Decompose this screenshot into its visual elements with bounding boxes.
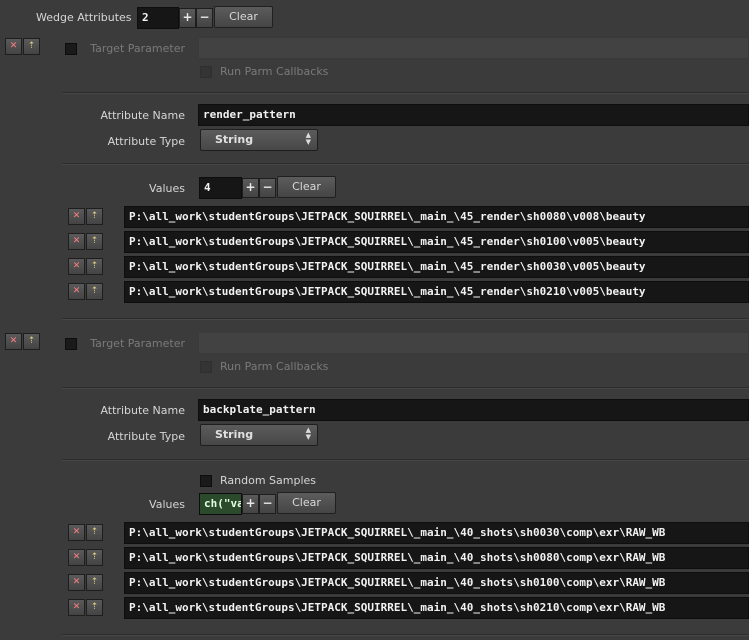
block2-target-parameter-field [198,332,749,354]
block2-value4-controls: ✕ ⇡ [68,599,104,617]
block2-run-parm-callbacks-checkbox [200,361,212,373]
wedge-attributes-add-button[interactable]: + [179,8,196,28]
block2-attribute-name-field[interactable]: backplate_pattern [198,399,749,421]
block1-target-parameter-field [198,37,749,59]
block1-attribute-type-label: Attribute Type [107,135,185,148]
block2-attribute-type-value: String [215,428,254,441]
block1-target-parameter-label: Target Parameter [90,42,185,55]
wedge-attributes-count-field[interactable]: 2 [137,7,179,29]
block1-values-count-field[interactable]: 4 [199,177,242,199]
block2-attribute-name-label: Attribute Name [100,404,185,417]
block1-value4-controls: ✕ ⇡ [68,283,104,301]
block2-separator-1 [62,387,749,389]
block2-value2-controls: ✕ ⇡ [68,549,104,567]
block1-value2-controls: ✕ ⇡ [68,233,104,251]
block2-value1-remove-button[interactable]: ✕ [68,524,85,541]
block1-attribute-type-value: String [215,133,254,146]
block1-value1-field[interactable]: P:\all_work\studentGroups\JETPACK_SQUIRR… [124,206,749,228]
block2-value1-controls: ✕ ⇡ [68,524,104,542]
block1-value1-controls: ✕ ⇡ [68,208,104,226]
block1-value3-controls: ✕ ⇡ [68,258,104,276]
block2-value4-remove-button[interactable]: ✕ [68,599,85,616]
block2-value3-insert-button[interactable]: ⇡ [86,574,103,591]
block1-values-clear-button[interactable]: Clear [277,176,336,198]
block2-values-count-expression-field[interactable]: ch("va [199,493,242,515]
block1-value3-field[interactable]: P:\all_work\studentGroups\JETPACK_SQUIRR… [124,256,749,278]
block2-target-parameter-label: Target Parameter [90,337,185,350]
block1-values-add-button[interactable]: + [242,178,259,198]
block1-target-parameter-checkbox[interactable] [65,43,77,55]
block2-random-samples-checkbox[interactable] [200,475,212,487]
block2-run-parm-callbacks-label: Run Parm Callbacks [220,360,329,373]
block1-separator-1 [62,92,749,94]
block1-entry-controls: ✕ ⇡ [5,38,41,56]
block1-run-parm-callbacks-label: Run Parm Callbacks [220,65,329,78]
block2-attribute-type-select[interactable]: String ▲ ▼ [200,424,318,446]
block2-value2-insert-button[interactable]: ⇡ [86,549,103,566]
block2-random-samples-label: Random Samples [220,474,317,487]
block1-value1-remove-button[interactable]: ✕ [68,208,85,225]
block1-attribute-name-label: Attribute Name [100,109,185,122]
block2-value1-insert-button[interactable]: ⇡ [86,524,103,541]
block1-run-parm-callbacks-checkbox [200,66,212,78]
block2-value1-field[interactable]: P:\all_work\studentGroups\JETPACK_SQUIRR… [124,522,749,544]
block1-insert-entry-button[interactable]: ⇡ [23,38,40,55]
block2-value2-remove-button[interactable]: ✕ [68,549,85,566]
block2-remove-entry-button[interactable]: ✕ [5,333,22,350]
block2-value3-field[interactable]: P:\all_work\studentGroups\JETPACK_SQUIRR… [124,572,749,594]
block1-separator-2 [62,163,749,165]
block2-value4-insert-button[interactable]: ⇡ [86,599,103,616]
block1-value2-insert-button[interactable]: ⇡ [86,233,103,250]
block1-value4-remove-button[interactable]: ✕ [68,283,85,300]
block2-target-parameter-checkbox[interactable] [65,338,77,350]
wedge-attributes-remove-button[interactable]: − [196,8,213,28]
block1-attribute-name-field[interactable]: render_pattern [198,104,749,126]
block1-separator-3 [62,318,749,320]
block2-values-clear-button[interactable]: Clear [277,492,336,514]
block2-values-label: Values [149,498,185,511]
block2-value3-remove-button[interactable]: ✕ [68,574,85,591]
block1-value1-insert-button[interactable]: ⇡ [86,208,103,225]
block1-remove-entry-button[interactable]: ✕ [5,38,22,55]
wedge-attributes-clear-button[interactable]: Clear [214,6,273,28]
block1-attribute-type-select[interactable]: String ▲ ▼ [200,129,318,151]
block1-values-label: Values [149,182,185,195]
block2-values-add-button[interactable]: + [242,494,259,514]
wedge-attributes-label: Wedge Attributes [36,11,132,24]
block2-separator-2 [62,459,749,461]
block1-values-remove-button[interactable]: − [259,178,276,198]
block2-attribute-type-label: Attribute Type [107,430,185,443]
block1-value2-field[interactable]: P:\all_work\studentGroups\JETPACK_SQUIRR… [124,231,749,253]
block1-value2-remove-button[interactable]: ✕ [68,233,85,250]
block1-value4-field[interactable]: P:\all_work\studentGroups\JETPACK_SQUIRR… [124,281,749,303]
block1-value3-remove-button[interactable]: ✕ [68,258,85,275]
block2-entry-controls: ✕ ⇡ [5,333,41,351]
block2-attribute-type-arrows-icon: ▲ ▼ [305,426,311,441]
block1-attribute-type-arrows-icon: ▲ ▼ [305,131,311,146]
block2-value4-field[interactable]: P:\all_work\studentGroups\JETPACK_SQUIRR… [124,597,749,619]
block2-values-remove-button[interactable]: − [259,494,276,514]
block2-insert-entry-button[interactable]: ⇡ [23,333,40,350]
block1-value4-insert-button[interactable]: ⇡ [86,283,103,300]
block2-separator-3 [62,634,749,636]
block2-value2-field[interactable]: P:\all_work\studentGroups\JETPACK_SQUIRR… [124,547,749,569]
block1-value3-insert-button[interactable]: ⇡ [86,258,103,275]
block2-value3-controls: ✕ ⇡ [68,574,104,592]
